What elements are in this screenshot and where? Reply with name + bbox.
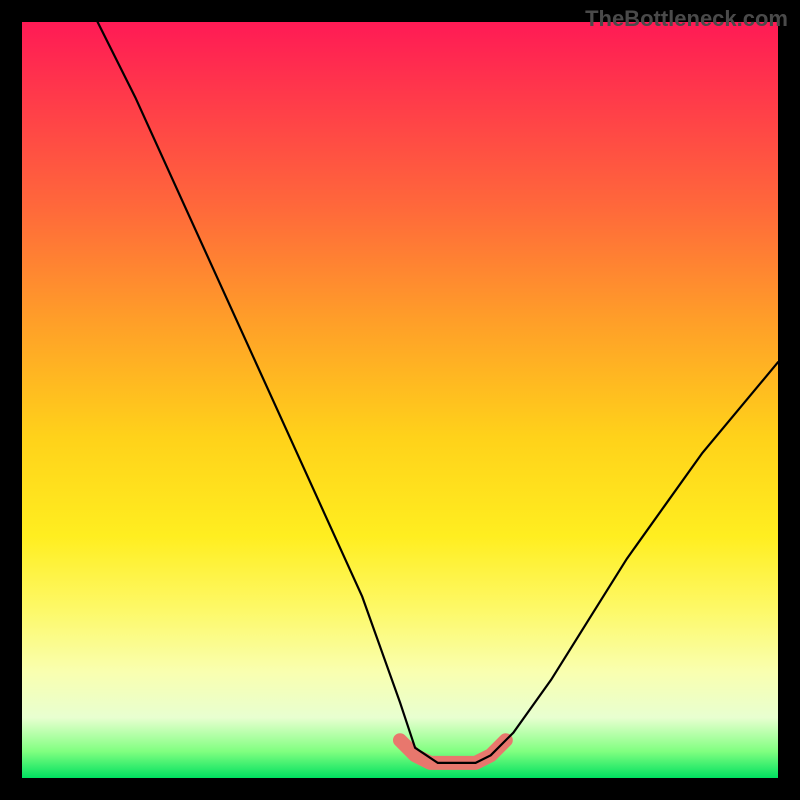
bottleneck-curve-path [98,22,778,763]
chart-svg [22,22,778,778]
optimal-band-path [400,740,506,763]
watermark-text: TheBottleneck.com [585,6,788,32]
plot-area [22,22,778,778]
